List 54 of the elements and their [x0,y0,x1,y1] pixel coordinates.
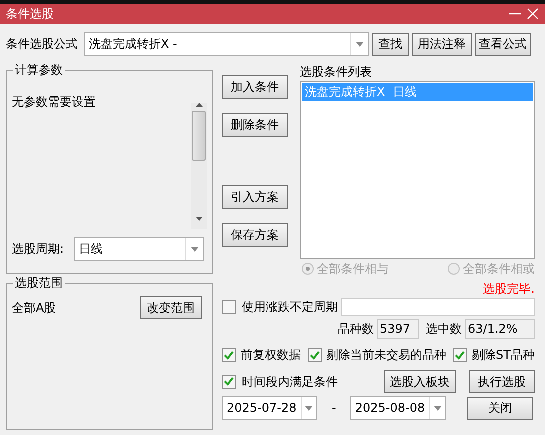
status-message: 选股完毕. [483,281,535,298]
formula-dropdown[interactable]: 洗盘完成转折X - [84,32,369,56]
dropdown-arrow-icon [356,42,364,46]
checkbox[interactable] [222,374,236,388]
button[interactable]: 引入方案 [222,185,288,209]
button[interactable]: 选股入板块 [384,370,456,393]
count-label: 选中数 [426,321,462,338]
checkmark-icon [224,350,234,360]
checkmark-icon [455,350,466,360]
scrollbar[interactable] [191,103,207,229]
button[interactable]: 关闭 [467,396,534,420]
dropdown-arrow-icon [434,406,442,410]
list-title: 选股条件列表 [300,64,373,81]
checkbox-label: 使用涨跌不定周期 [242,299,338,316]
button[interactable]: 用法注释 [412,32,472,56]
checkmark-icon [224,377,234,386]
date-picker[interactable]: 2025-08-08 [350,396,446,420]
panel-title: 计算参数 [13,63,65,77]
checkbox-label: 剔除当前未交易的品种 [326,347,447,364]
window-title: 条件选股 [6,6,54,23]
scope-value: 全部A股 [12,300,56,316]
button[interactable]: 删除条件 [222,113,288,137]
checkbox[interactable] [222,348,236,362]
count-label: 品种数 [338,321,374,338]
checkbox-label: 前复权数据 [241,347,301,364]
checkbox[interactable] [308,348,322,362]
dropdown-arrow-icon [304,406,313,410]
button[interactable]: 查看公式 [475,32,531,56]
scroll-down-icon [196,217,202,221]
period-dropdown[interactable]: 日线 [74,237,204,261]
count-value: 63/1.2% [465,319,535,339]
parameters-message: 无参数需要设置 [12,94,96,111]
radio-label: 全部条件相或 [463,261,535,278]
panel-title: 选股范围 [13,276,65,290]
dropdown-arrow-icon [190,246,198,252]
scroll-up-icon [196,103,202,107]
radio-label: 全部条件相与 [317,261,389,278]
period-label: 选股周期: [12,241,66,258]
date-picker[interactable]: 2025-07-28 [222,396,317,420]
formula-label: 条件选股公式 [6,36,79,53]
button[interactable]: 加入条件 [222,75,288,99]
button[interactable]: 执行选股 [469,370,535,393]
button[interactable]: 保存方案 [222,223,288,247]
date-separator: - [332,400,336,417]
button[interactable]: 改变范围 [140,296,202,319]
checkmark-icon [310,350,320,360]
count-value: 5397 [377,319,419,339]
checkbox-label: 剔除ST品种 [472,347,535,364]
checkbox[interactable] [453,348,468,362]
button[interactable]: 查找 [372,32,409,56]
close-icon [527,8,539,20]
checkbox[interactable] [222,300,236,314]
period-input[interactable] [341,298,535,316]
checkbox-label: 时间段内满足条件 [242,374,338,390]
